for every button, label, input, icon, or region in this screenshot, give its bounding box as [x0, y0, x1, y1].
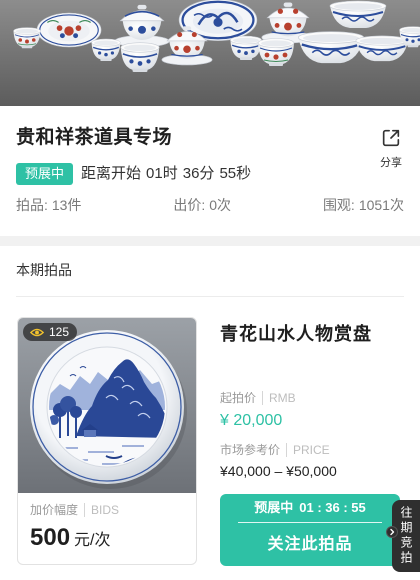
countdown: 距离开始 01时 36分 55秒: [81, 163, 251, 185]
bid-increment-value: 500: [30, 524, 71, 551]
follow-button-countdown-row: 预展中 01 : 36 : 55: [220, 499, 400, 517]
countdown-prefix: 距离开始: [81, 164, 142, 182]
countdown-hours-group: 01时: [146, 165, 178, 182]
countdown-seconds: 55: [219, 164, 237, 182]
share-label[interactable]: 分享: [374, 157, 408, 169]
lot-photo-frame[interactable]: 125: [18, 318, 196, 493]
status-badge: 预展中: [16, 162, 74, 185]
follow-lot-button[interactable]: 预展中 01 : 36 : 55 关注此拍品: [220, 494, 400, 566]
bid-increment-suffix: 元/次: [74, 532, 111, 549]
countdown-seconds-unit: 秒: [236, 164, 252, 182]
session-title: 贵和祥茶道具专场: [16, 127, 173, 148]
eye-icon: [30, 328, 44, 336]
status-row: 预展中 距离开始 01时 36分 55秒: [16, 162, 251, 185]
stat-lot-count: 拍品: 13件: [16, 195, 81, 215]
countdown-minutes-group: 36分: [183, 165, 215, 182]
chevron-right-icon[interactable]: [386, 526, 398, 538]
market-price-label: 市场参考价: [220, 443, 281, 457]
view-count: 125: [49, 325, 70, 339]
follow-button-label[interactable]: 关注此拍品: [220, 534, 400, 556]
auction-session-page: 贵和祥茶道具专场 分享 预展中 距离开始 01时 36分 55秒 拍品: 13件 出价:…: [0, 0, 420, 580]
past-auctions-label[interactable]: 往期竞拍: [399, 506, 413, 566]
countdown-seconds-group: 55秒: [219, 165, 251, 182]
countdown-hours-unit: 时: [162, 164, 178, 182]
stat-label: 围观:: [322, 197, 355, 213]
stat-value: 0次: [209, 197, 232, 213]
section-divider: [0, 236, 420, 246]
stat-value: 1051次: [358, 197, 404, 213]
stat-value: 13件: [51, 197, 82, 213]
market-price-label-row: 市场参考价 PRICE: [220, 443, 330, 457]
market-price-unit: PRICE: [286, 443, 330, 457]
bid-increment-unit: BIDS: [84, 503, 120, 517]
lot-photo[interactable]: [18, 318, 196, 493]
stat-view-count: 围观: 1051次: [323, 195, 404, 215]
start-price-unit: RMB: [262, 391, 296, 405]
countdown-minutes-unit: 分: [199, 164, 215, 182]
market-price-value: ¥40,000 – ¥50,000: [220, 463, 337, 479]
stat-label: 拍品:: [16, 197, 48, 213]
countdown-minutes: 36: [182, 164, 200, 182]
stat-bid-count: 出价: 0次: [173, 195, 231, 215]
follow-button-status: 预展中: [254, 500, 294, 515]
bid-increment: 加价幅度 BIDS 500 元/次: [18, 493, 196, 556]
start-price-label-row: 起拍价 RMB: [220, 391, 296, 405]
bid-increment-label: 加价幅度: [30, 503, 79, 517]
start-price-label: 起拍价: [220, 391, 257, 405]
share-icon[interactable]: [380, 127, 402, 149]
start-price-value: ¥ 20,000: [220, 412, 283, 429]
follow-button-divider: [238, 522, 382, 523]
section-title: 本期拍品: [16, 262, 72, 278]
session-stats: 拍品: 13件 出价: 0次 围观: 1051次: [16, 195, 404, 215]
stat-label: 出价:: [173, 197, 206, 213]
section-underline: [16, 296, 404, 297]
countdown-hours: 01: [146, 164, 163, 182]
bid-increment-value-row: 500 元/次: [30, 523, 196, 556]
lot-title[interactable]: 青花山水人物赏盘: [220, 322, 372, 346]
session-banner-image[interactable]: [0, 0, 420, 106]
share-button[interactable]: 分享: [374, 127, 408, 169]
view-count-badge: 125: [23, 323, 78, 341]
lot-card[interactable]: 125 加价幅度 BIDS 500 元/次: [17, 317, 197, 565]
follow-button-countdown: 01 : 36 : 55: [299, 500, 366, 515]
bid-increment-label-row: 加价幅度 BIDS: [30, 503, 196, 517]
